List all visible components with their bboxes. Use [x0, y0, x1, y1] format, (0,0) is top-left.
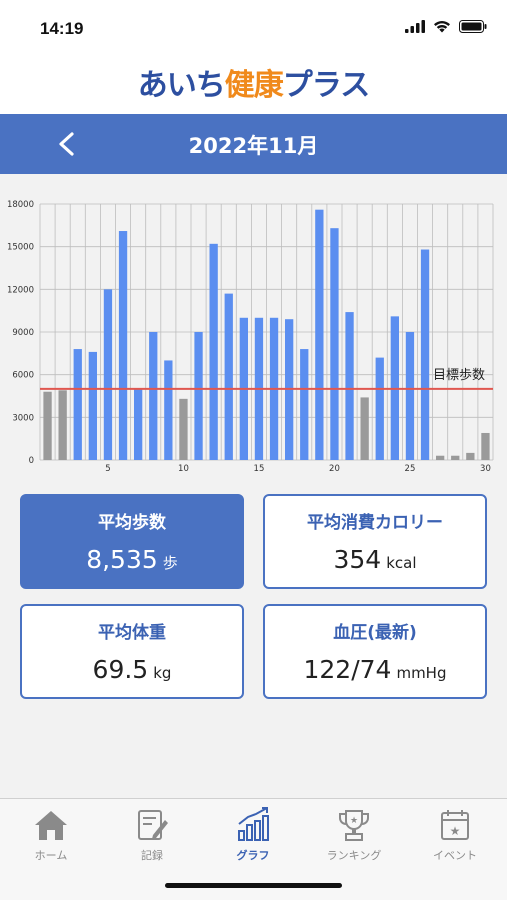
chart-y-tick-label: 6000	[12, 371, 34, 381]
average-calories-card[interactable]: 平均消費カロリー 354 kcal	[263, 494, 487, 589]
average-weight-unit: kg	[153, 664, 172, 682]
chart-bar	[360, 397, 369, 460]
chart-bar	[481, 432, 490, 460]
tab-ranking-label: ランキング	[326, 849, 382, 862]
logo-text-3: プラス	[282, 68, 370, 103]
chart-bar	[300, 349, 309, 460]
chart-bar	[466, 452, 475, 460]
chart-bar	[315, 209, 324, 460]
average-steps-value-row: 8,535 歩	[22, 545, 242, 574]
chart-x-tick-label: 20	[329, 464, 340, 474]
tab-record-label: 記録	[141, 849, 163, 862]
average-steps-title: 平均歩数	[98, 513, 166, 533]
app-logo: あいち健康プラス	[0, 58, 507, 114]
chart-y-tick-label: 15000	[7, 243, 34, 253]
chart-y-tick-label: 9000	[12, 328, 34, 338]
signal-icon	[405, 20, 425, 33]
chart-bar	[194, 332, 203, 460]
average-weight-value: 69.5	[92, 655, 149, 684]
chart-bar	[133, 388, 143, 460]
chart-x-tick-label: 10	[178, 464, 189, 474]
average-weight-title: 平均体重	[98, 623, 166, 643]
chart-bar	[420, 249, 430, 460]
chart-bar	[88, 351, 98, 460]
chart-bar	[103, 289, 113, 460]
app-header: あいち健康プラス	[0, 58, 507, 114]
svg-text:★: ★	[450, 824, 461, 838]
target-steps-label: 目標歩数	[433, 368, 485, 383]
home-icon	[35, 811, 67, 840]
month-title: 2022年11月	[188, 134, 319, 158]
logo-text-2: 健康	[224, 68, 284, 103]
blood-pressure-value: 122/74	[303, 655, 392, 684]
chart-y-tick-label: 18000	[7, 200, 34, 210]
chart-bar	[345, 312, 354, 460]
chart-bar	[405, 332, 415, 460]
average-steps-value: 8,535	[86, 545, 158, 574]
battery-icon	[459, 20, 487, 33]
chart-bar	[118, 231, 128, 460]
wifi-icon	[434, 21, 450, 33]
graph-icon	[238, 807, 269, 841]
home-indicator	[165, 883, 342, 888]
tab-event-label: イベント	[433, 849, 477, 862]
tab-event[interactable]: ★ イベント	[405, 805, 505, 863]
tab-graph[interactable]: グラフ	[203, 805, 303, 863]
chart-bar	[43, 391, 52, 460]
chart-x-tick-label: 25	[405, 464, 416, 474]
chart-bar	[149, 332, 158, 460]
steps-bar-chart: 0 3000 6000 9000 12000 15000 18000 5 10 15 20 25 30 目…	[7, 200, 494, 474]
steps-chart: 0 3000 6000 9000 12000 15000 18000 5 10 15 20 25 30 目…	[0, 174, 507, 476]
chart-bar	[179, 398, 188, 460]
trophy-icon: ★	[339, 810, 369, 841]
tab-home-label: ホーム	[34, 849, 68, 862]
average-calories-value-row: 354 kcal	[265, 545, 485, 574]
average-calories-value: 354	[333, 545, 382, 574]
average-weight-value-row: 69.5 kg	[22, 655, 242, 684]
chart-x-tick-label: 5	[105, 464, 110, 474]
month-navigation-bar: 2022年11月	[0, 114, 507, 174]
status-time: 14:19	[40, 19, 84, 38]
tab-graph-label: グラフ	[236, 849, 270, 862]
status-icons	[405, 20, 487, 33]
blood-pressure-title: 血圧(最新)	[333, 623, 417, 643]
chart-bar	[58, 390, 67, 460]
svg-text:★: ★	[350, 816, 358, 826]
tab-record[interactable]: 記録	[102, 805, 202, 863]
logo-text-1: あいち	[137, 68, 226, 103]
average-calories-title: 平均消費カロリー	[307, 513, 443, 533]
chart-x-tick-label: 30	[480, 464, 491, 474]
average-steps-card[interactable]: 平均歩数 8,535 歩	[20, 494, 244, 589]
chart-bar	[330, 228, 339, 460]
chart-bar	[435, 455, 445, 460]
average-weight-card[interactable]: 平均体重 69.5 kg	[20, 604, 244, 699]
blood-pressure-value-row: 122/74 mmHg	[265, 655, 485, 684]
chart-bar	[375, 357, 384, 460]
blood-pressure-unit: mmHg	[396, 664, 447, 682]
chart-bar	[209, 243, 218, 460]
chart-y-tick-label: 12000	[7, 285, 34, 295]
chart-bar	[451, 455, 460, 460]
average-steps-unit: 歩	[162, 554, 178, 572]
status-bar: 14:19	[0, 0, 507, 58]
chart-bar	[73, 349, 82, 460]
tab-ranking[interactable]: ★ ランキング	[304, 805, 404, 863]
blood-pressure-card[interactable]: 血圧(最新) 122/74 mmHg	[263, 604, 487, 699]
chart-y-tick-label: 0	[29, 456, 34, 466]
chart-bar	[164, 360, 173, 460]
record-icon	[138, 810, 168, 840]
chart-x-tick-label: 15	[254, 464, 265, 474]
tab-home[interactable]: ホーム	[1, 805, 101, 863]
average-calories-unit: kcal	[386, 554, 417, 572]
chart-bar	[224, 293, 233, 460]
calendar-icon: ★	[441, 810, 469, 840]
chart-y-tick-label: 3000	[12, 413, 34, 423]
